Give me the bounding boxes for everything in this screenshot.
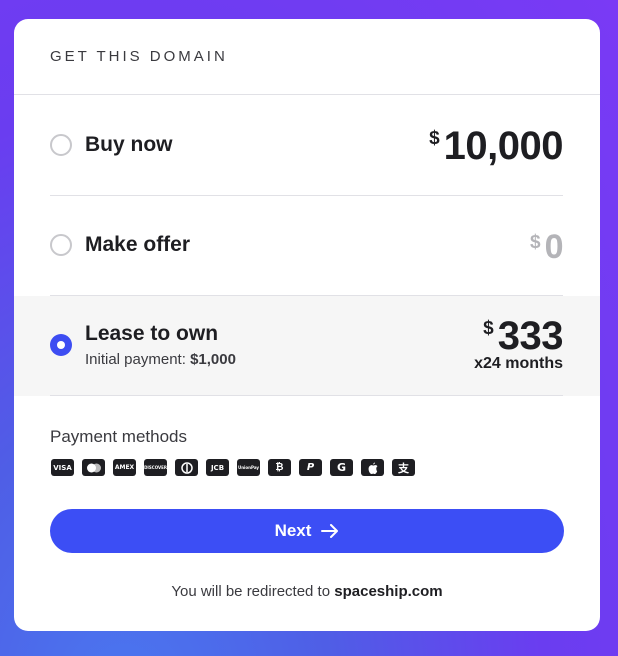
option-buy-now[interactable]: Buy now $ 10,000 bbox=[14, 96, 600, 196]
lease-to-own-radio[interactable] bbox=[50, 334, 72, 356]
option-lease-to-own[interactable]: Lease to own Initial payment: $1,000 $ 3… bbox=[14, 296, 600, 396]
redirect-note: You will be redirected to spaceship.com bbox=[14, 583, 600, 600]
option-make-offer[interactable]: Make offer $ 0 bbox=[14, 196, 600, 296]
buy-now-price: $ 10,000 bbox=[429, 126, 563, 166]
buy-now-currency: $ bbox=[429, 128, 440, 149]
make-offer-radio[interactable] bbox=[50, 234, 72, 256]
payment-icons: VISA AMEX DISCOVER JCB UnionPay ₿ P G 支 bbox=[51, 459, 415, 476]
make-offer-currency: $ bbox=[530, 232, 541, 253]
redirect-site-link[interactable]: spaceship.com bbox=[334, 583, 442, 600]
paypal-icon: P bbox=[299, 459, 322, 476]
mastercard-icon bbox=[82, 459, 105, 476]
arrow-right-icon bbox=[321, 524, 339, 538]
card-header: GET THIS DOMAIN bbox=[14, 19, 600, 95]
lease-currency: $ bbox=[483, 318, 494, 339]
buy-now-label: Buy now bbox=[85, 133, 173, 156]
diners-club-icon bbox=[175, 459, 198, 476]
lease-price: $ 333 bbox=[483, 316, 563, 356]
jcb-icon: JCB bbox=[206, 459, 229, 476]
next-button[interactable]: Next bbox=[50, 509, 564, 553]
buy-now-amount: 10,000 bbox=[443, 124, 564, 168]
lease-months: x24 months bbox=[474, 355, 563, 372]
card-title: GET THIS DOMAIN bbox=[50, 48, 228, 65]
google-pay-icon: G bbox=[330, 459, 353, 476]
lease-to-own-label: Lease to own bbox=[85, 322, 219, 345]
initial-payment: Initial payment: $1,000 bbox=[85, 351, 236, 368]
next-button-label: Next bbox=[274, 521, 312, 540]
make-offer-price: $ 0 bbox=[530, 228, 564, 266]
make-offer-label: Make offer bbox=[85, 233, 191, 256]
visa-icon: VISA bbox=[51, 459, 74, 476]
initial-payment-label: Initial payment: bbox=[85, 351, 186, 368]
alipay-icon: 支 bbox=[392, 459, 415, 476]
initial-payment-value: $1,000 bbox=[190, 351, 236, 368]
amex-icon: AMEX bbox=[113, 459, 136, 476]
lease-amount: 333 bbox=[497, 314, 564, 358]
payment-methods-title: Payment methods bbox=[50, 427, 188, 446]
unionpay-icon: UnionPay bbox=[237, 459, 260, 476]
bitcoin-icon: ₿ bbox=[268, 459, 291, 476]
domain-card: GET THIS DOMAIN Buy now $ 10,000 Make of… bbox=[14, 19, 600, 631]
redirect-prefix: You will be redirected to bbox=[171, 583, 331, 600]
apple-pay-icon bbox=[361, 459, 384, 476]
buy-now-radio[interactable] bbox=[50, 134, 72, 156]
discover-icon: DISCOVER bbox=[144, 459, 167, 476]
make-offer-amount: 0 bbox=[544, 228, 564, 266]
